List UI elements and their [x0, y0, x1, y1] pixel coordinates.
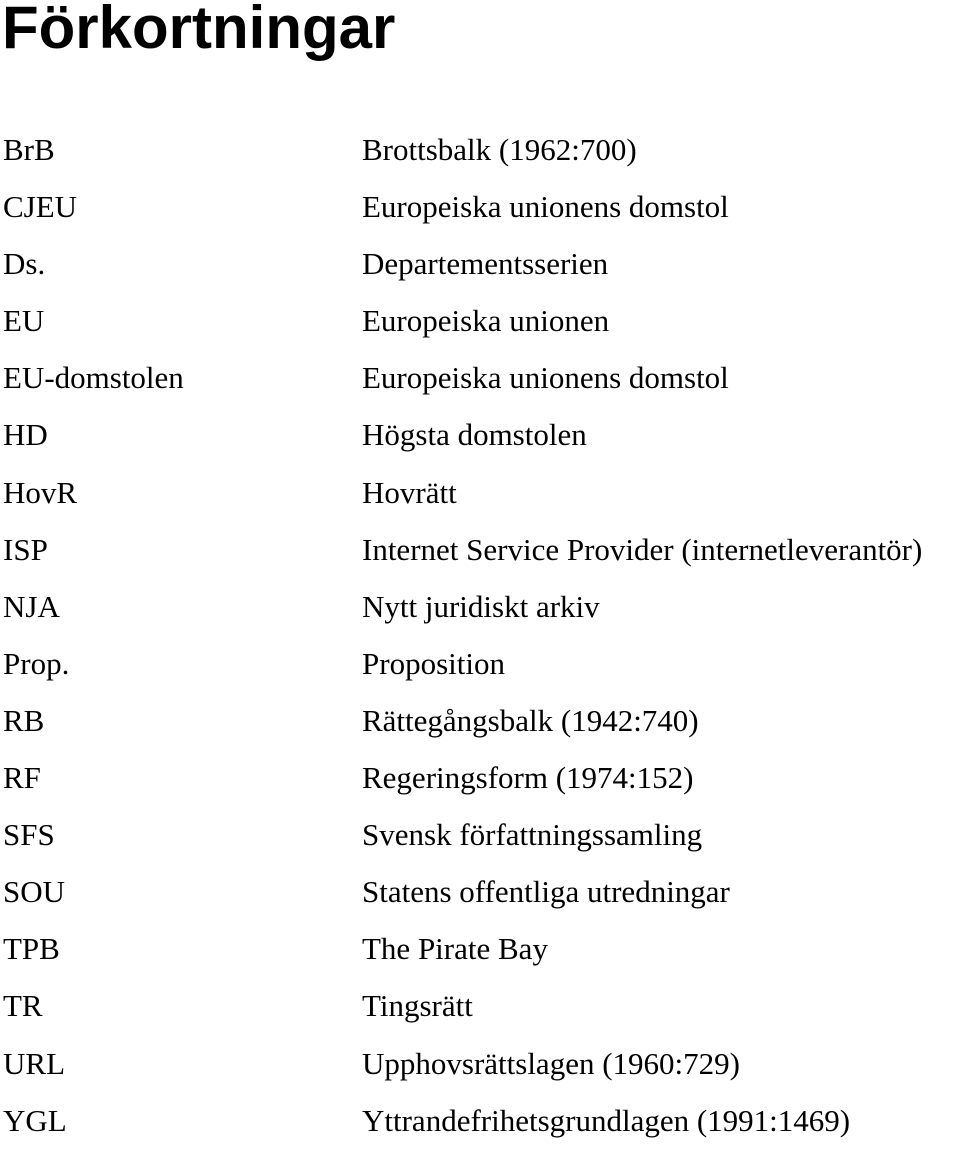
abbreviation-row: RF Regeringsform (1974:152) — [0, 756, 960, 813]
abbreviation-meaning: Internet Service Provider (internetlever… — [362, 531, 923, 567]
abbreviation-meaning: Tingsrätt — [362, 988, 473, 1024]
abbreviation-meaning: Rättegångsbalk (1942:740) — [362, 702, 699, 738]
abbreviation: TR — [3, 988, 43, 1024]
abbreviation-meaning: Proposition — [362, 645, 505, 681]
page-title: Förkortningar — [2, 0, 396, 61]
abbreviation-meaning: Brottsbalk (1962:700) — [362, 132, 637, 167]
abbreviation: Prop. — [3, 645, 70, 681]
abbreviation-row: Ds. Departementsserien — [0, 242, 960, 299]
abbreviation-row: YGL Yttrandefrihetsgrundlagen (1991:1469) — [0, 1099, 960, 1156]
abbreviation: YGL — [3, 1102, 67, 1138]
abbreviation-meaning: Europeiska unionens domstol — [362, 360, 729, 396]
abbreviation-row: CJEU Europeiska unionens domstol — [0, 185, 960, 242]
abbreviation-row: URL Upphovsrättslagen (1960:729) — [0, 1042, 960, 1099]
abbreviation: HovR — [3, 474, 78, 510]
abbreviation-row: SOU Statens offentliga utredningar — [0, 870, 960, 927]
abbreviation-row: NJA Nytt juridiskt arkiv — [0, 585, 960, 642]
abbreviation: RB — [3, 702, 45, 738]
abbreviation-row: BrB Brottsbalk (1962:700) — [0, 128, 960, 185]
abbreviation: SOU — [3, 874, 66, 910]
abbreviation: EU — [3, 303, 45, 339]
abbreviation-meaning: Statens offentliga utredningar — [362, 874, 730, 910]
abbreviation: BrB — [3, 132, 55, 167]
abbreviation-row: TPB The Pirate Bay — [0, 927, 960, 984]
abbreviation-meaning: Högsta domstolen — [362, 417, 587, 453]
abbreviation: RF — [3, 760, 41, 796]
abbreviation-row: ISP Internet Service Provider (internetle… — [0, 528, 960, 585]
abbreviation-row: HovR Hovrätt — [0, 471, 960, 528]
abbreviation: Ds. — [3, 246, 46, 282]
abbreviation: NJA — [3, 588, 60, 624]
abbreviation-meaning: Svensk författningssamling — [362, 817, 703, 853]
abbreviation: ISP — [3, 531, 48, 567]
abbreviation-row: TR Tingsrätt — [0, 984, 960, 1041]
abbreviation-row: SFS Svensk författningssamling — [0, 813, 960, 870]
abbreviation-row: EU-domstolen Europeiska unionens domstol — [0, 356, 960, 413]
abbreviation-row: Prop. Proposition — [0, 642, 960, 699]
abbreviation-row: EU Europeiska unionen — [0, 299, 960, 356]
abbreviation-meaning: Departementsserien — [362, 246, 609, 282]
abbreviation: SFS — [3, 817, 55, 853]
abbreviation: TPB — [3, 931, 60, 967]
abbreviation: HD — [3, 417, 48, 453]
abbreviation-row: HD Högsta domstolen — [0, 413, 960, 470]
abbreviation-meaning: Europeiska unionens domstol — [362, 189, 729, 225]
abbreviation: EU-domstolen — [3, 360, 184, 396]
abbreviation: CJEU — [3, 189, 78, 225]
abbreviation-meaning: Nytt juridiskt arkiv — [362, 588, 600, 624]
abbreviation-meaning: Regeringsform (1974:152) — [362, 760, 694, 796]
abbreviation-meaning: Upphovsrättslagen (1960:729) — [362, 1045, 740, 1081]
abbreviation-row: RB Rättegångsbalk (1942:740) — [0, 699, 960, 756]
abbreviation-meaning: Europeiska unionen — [362, 303, 610, 339]
abbreviation: URL — [3, 1045, 65, 1081]
abbreviation-meaning: Yttrandefrihetsgrundlagen (1991:1469) — [362, 1102, 851, 1138]
abbreviation-list: BrB Brottsbalk (1962:700) CJEU Europeiska u… — [0, 128, 960, 1156]
abbreviation-meaning: The Pirate Bay — [362, 931, 548, 967]
abbreviation-meaning: Hovrätt — [362, 474, 457, 510]
